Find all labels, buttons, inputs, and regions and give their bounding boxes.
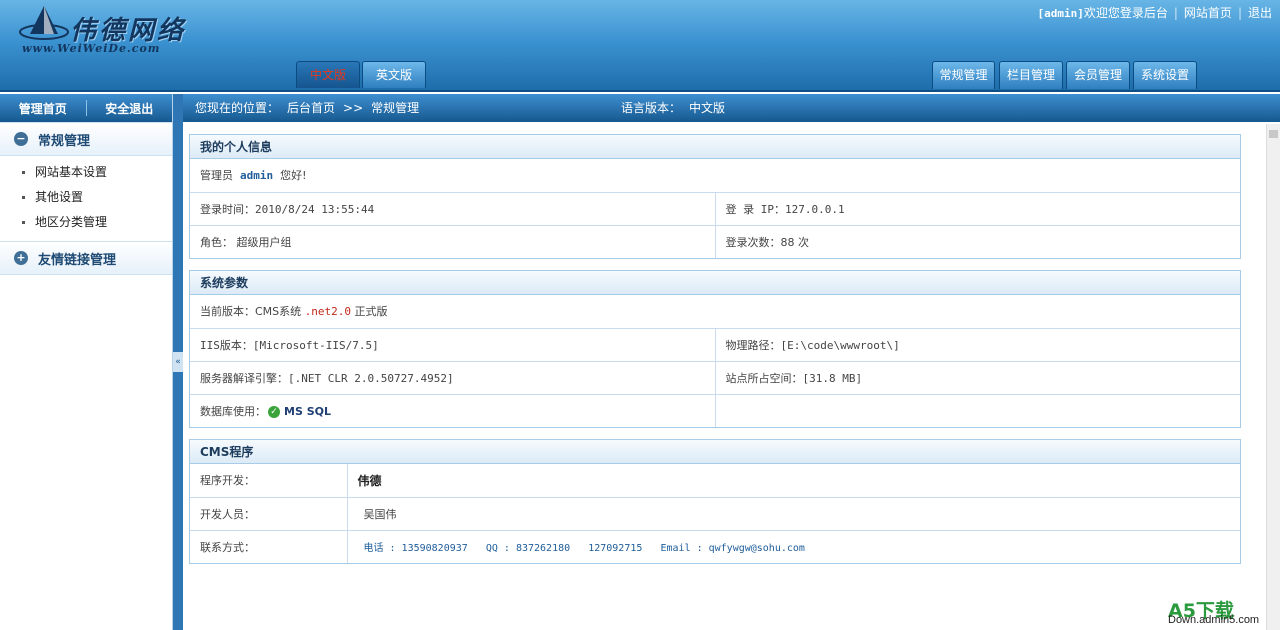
sailboat-logo-icon	[19, 6, 69, 40]
breadcrumb-arrow: >>	[343, 101, 364, 115]
server-engine: 服务器解译引擎：[.NET CLR 2.0.50727.4952]	[190, 360, 716, 394]
plus-circle-icon: +	[14, 251, 28, 265]
sidebar-item-label: 地区分类管理	[35, 215, 108, 229]
sidebar-group-label: 常规管理	[38, 133, 91, 149]
sidebar-item-region-management[interactable]: 地区分类管理	[0, 210, 172, 235]
current-version: 当前版本：CMS系统 .net2.0 正式版	[190, 295, 1240, 328]
developer-value: 伟德	[357, 473, 382, 488]
language-label: 语言版本：	[621, 101, 682, 115]
sidebar-item-label: 网站基本设置	[35, 165, 108, 179]
scroll-up-arrow-icon[interactable]	[1269, 130, 1278, 138]
sidebar-item-site-settings[interactable]: 网站基本设置	[0, 160, 172, 185]
contact-value: 电话 : 13590820937 QQ : 837262180 12709271…	[347, 529, 1240, 563]
bullet-icon	[22, 196, 25, 199]
database-label: 数据库使用：	[200, 404, 266, 418]
logo-subtitle: www.WeiWeiDe.com	[22, 42, 161, 55]
minus-circle-icon: −	[14, 132, 28, 146]
version-highlight: .net2.0	[304, 305, 352, 319]
logout-link[interactable]: 退出	[1248, 6, 1272, 20]
sidebar-group-links[interactable]: + 友情链接管理	[0, 241, 172, 275]
tab-member-management[interactable]: 会员管理	[1066, 61, 1130, 89]
vertical-scrollbar[interactable]	[1266, 124, 1280, 630]
sidebar-items: 网站基本设置 其他设置 地区分类管理	[0, 156, 172, 241]
greeting-prefix: 管理员	[200, 169, 233, 183]
tab-general-management[interactable]: 常规管理	[932, 61, 995, 89]
user-tag: [admin]	[1037, 7, 1084, 20]
system-params-panel: 系统参数 当前版本：CMS系统 .net2.0 正式版 IIS版本：[Micro…	[189, 270, 1241, 428]
login-ip: 登 录 IP：127.0.0.1	[715, 191, 1240, 225]
language-value: 中文版	[689, 101, 726, 115]
panel-title: 系统参数	[190, 271, 1240, 295]
sidebar: 管理首页 安全退出 − 常规管理 网站基本设置 其他设置 地区分类管理 + 友情…	[0, 94, 173, 630]
physical-path: 物理路径：[E:\code\wwwroot\]	[715, 327, 1240, 361]
site-space: 站点所占空间：[31.8 MB]	[715, 360, 1240, 394]
version-prefix: 当前版本：CMS系统	[200, 305, 302, 319]
sidebar-group-general[interactable]: − 常规管理	[0, 122, 172, 156]
bullet-icon	[22, 171, 25, 174]
breadcrumb-current: 常规管理	[371, 101, 420, 115]
watermark: A5下载 Down.admin5.com	[1164, 596, 1274, 628]
tab-column-management[interactable]: 栏目管理	[999, 61, 1063, 89]
tab-english[interactable]: 英文版	[362, 61, 426, 88]
panel-title: CMS程序	[190, 440, 1240, 464]
staff-value: 吴国伟	[347, 496, 1240, 530]
breadcrumb-home-link[interactable]: 后台首页	[287, 101, 335, 115]
header: 伟德网络 www.WeiWeiDe.com [admin]欢迎您登录后台 | 网站首…	[0, 0, 1280, 92]
sidebar-top-bar: 管理首页 安全退出	[0, 94, 172, 122]
breadcrumb-label: 您现在的位置：	[195, 101, 280, 115]
contact-label: 联系方式：	[190, 529, 348, 563]
iis-version: IIS版本：[Microsoft-IIS/7.5]	[190, 327, 716, 361]
staff-label: 开发人员：	[190, 496, 348, 530]
sidebar-item-label: 其他设置	[35, 190, 84, 204]
empty-cell	[715, 393, 1240, 427]
watermark-url: Down.admin5.com	[1168, 614, 1260, 626]
breadcrumb: 您现在的位置： 后台首页 >> 常规管理 语言版本： 中文版	[183, 94, 1280, 122]
site-home-link[interactable]: 网站首页	[1184, 6, 1232, 20]
welcome-text: 欢迎您登录后台	[1083, 6, 1168, 20]
main-content: 我的个人信息 管理员 admin 您好! 登录时间：2010/8/24 13:5…	[183, 122, 1280, 630]
logo: 伟德网络 www.WeiWeiDe.com	[14, 2, 204, 62]
check-icon: ✓	[268, 405, 280, 418]
user-role: 角色： 超级用户组	[190, 224, 716, 258]
sidebar-group-label: 友情链接管理	[38, 252, 117, 268]
cms-program-panel: CMS程序 程序开发： 伟德 开发人员： 吴国伟 联系方式： 电话 : 1359082…	[189, 439, 1241, 564]
tab-chinese[interactable]: 中文版	[296, 61, 360, 88]
version-suffix: 正式版	[354, 305, 388, 319]
greeting-suffix: 您好!	[280, 169, 307, 183]
language-version: 语言版本： 中文版	[621, 94, 725, 122]
collapse-sidebar-button[interactable]: «	[173, 352, 183, 372]
greeting: 管理员 admin 您好!	[190, 159, 1240, 192]
database-value: MS SQL	[284, 404, 331, 418]
bullet-icon	[22, 221, 25, 224]
top-links: [admin]欢迎您登录后台 | 网站首页 | 退出	[1037, 6, 1273, 20]
developer-label: 程序开发：	[190, 464, 348, 497]
tab-system-settings[interactable]: 系统设置	[1133, 61, 1197, 89]
admin-home-link[interactable]: 管理首页	[0, 100, 86, 117]
personal-info-panel: 我的个人信息 管理员 admin 您好! 登录时间：2010/8/24 13:5…	[189, 134, 1241, 259]
database-used: 数据库使用： ✓ MS SQL	[190, 393, 716, 427]
greeting-username: admin	[240, 169, 274, 183]
safe-exit-link[interactable]: 安全退出	[87, 100, 173, 117]
sidebar-item-other-settings[interactable]: 其他设置	[0, 185, 172, 210]
login-time: 登录时间：2010/8/24 13:55:44	[190, 191, 716, 225]
login-count: 登录次数：88 次	[715, 224, 1240, 258]
panel-title: 我的个人信息	[190, 135, 1240, 159]
